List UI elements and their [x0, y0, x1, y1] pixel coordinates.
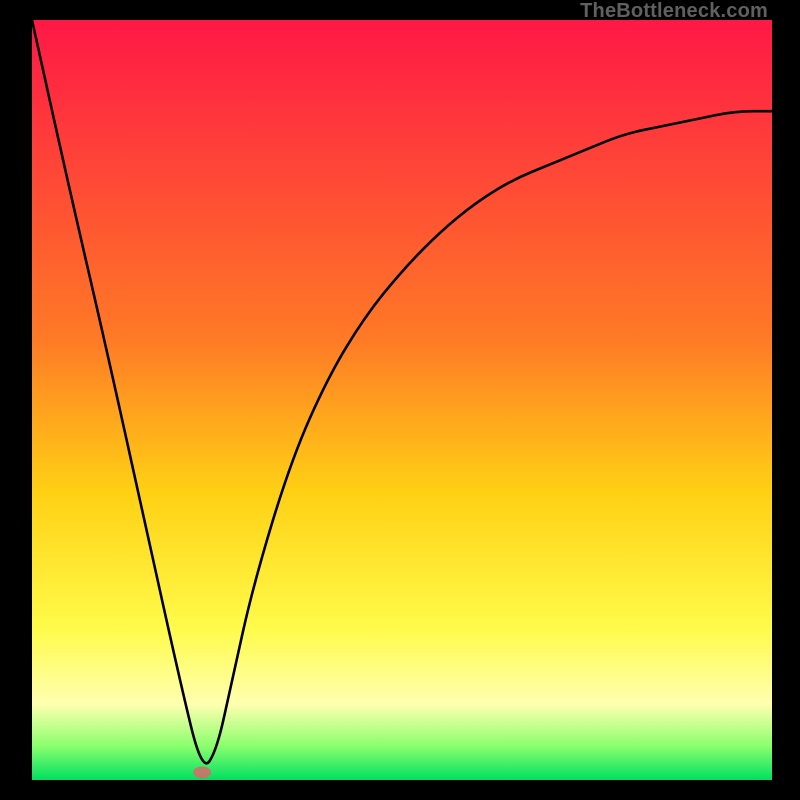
- gradient-background: [32, 20, 772, 780]
- chart-frame: TheBottleneck.com: [0, 0, 800, 800]
- chart-svg: [32, 20, 772, 780]
- plot-area: [32, 20, 772, 780]
- minimum-marker: [193, 766, 211, 778]
